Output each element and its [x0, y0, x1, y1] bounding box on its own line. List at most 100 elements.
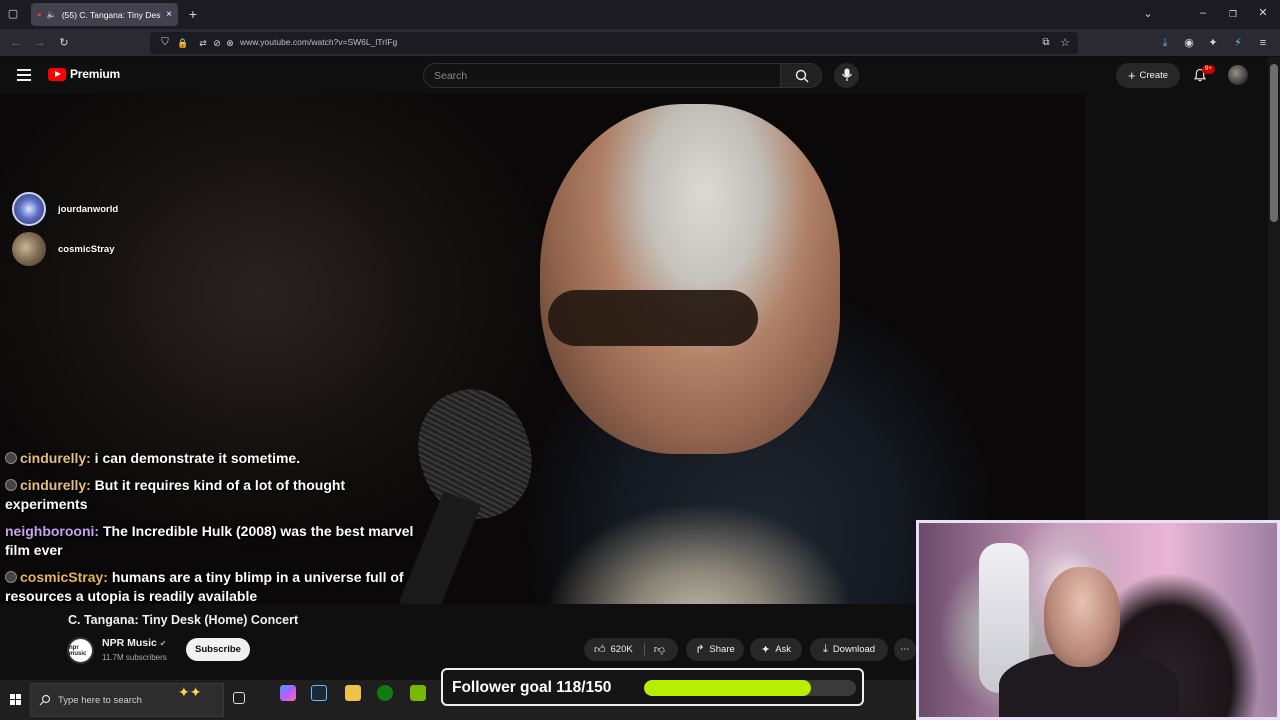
plus-icon: +	[1127, 67, 1136, 83]
download-icon: ⤓	[822, 643, 828, 655]
microphone-icon	[842, 68, 852, 81]
chat-username: cindurelly:	[20, 476, 91, 493]
youtube-premium-logo[interactable]: Premium	[48, 67, 120, 81]
channel-name[interactable]: NPR Music ✔	[102, 637, 166, 649]
video-frame-sunglasses	[548, 290, 758, 346]
like-thumb-icon[interactable]: 👍︎	[594, 643, 606, 656]
window-close-icon[interactable]: ✕	[1256, 7, 1270, 19]
browser-tab-active[interactable]: ● 🔈 (55) C. Tangana: Tiny Desk ( ×	[31, 3, 178, 26]
streamer-webcam	[916, 520, 1280, 720]
hamburger-menu-icon[interactable]	[17, 69, 31, 84]
bookmark-star-icon[interactable]: ☆	[1058, 37, 1072, 49]
sparkle-icon: ✦	[760, 644, 771, 656]
subscribe-button[interactable]: Subscribe	[186, 638, 250, 661]
back-icon[interactable]: ←	[9, 37, 23, 49]
search-highlight-icon[interactable]: ✦✦	[178, 684, 201, 701]
browser-navigation-bar: ← → ↻ ⛉ 🔒 ⇄ ⊘ ⊗ www.youtube.com/watch?v=…	[0, 29, 1280, 57]
reload-icon[interactable]: ↻	[57, 37, 71, 49]
video-frame-performer	[540, 104, 840, 454]
tab-close-icon[interactable]: ×	[166, 9, 172, 20]
windows-start-icon[interactable]	[10, 694, 22, 706]
steam-icon[interactable]	[311, 685, 327, 701]
tracking-protection-shield-icon[interactable]: ⛉	[158, 37, 172, 49]
viewer-name: cosmicStray	[58, 243, 115, 255]
create-label: Create	[1139, 70, 1169, 81]
share-button[interactable]: ↱ Share	[686, 638, 744, 661]
more-actions-button[interactable]: ⋯	[894, 638, 916, 661]
like-dislike-group: 👍︎ 620K 👎︎	[584, 638, 678, 661]
window-restore-icon[interactable]: ❐	[1226, 8, 1240, 20]
search-input[interactable]	[423, 63, 781, 88]
channel-name-text: NPR Music	[102, 637, 157, 649]
account-avatar[interactable]	[1228, 65, 1248, 85]
scrollbar-thumb[interactable]	[1270, 64, 1278, 222]
tab-title: (55) C. Tangana: Tiny Desk (	[61, 9, 162, 20]
chat-username: neighborooni:	[5, 522, 100, 539]
ask-button[interactable]: ✦ Ask	[750, 638, 802, 661]
logo-text: Premium	[70, 67, 120, 81]
chat-username: cindurelly:	[20, 450, 91, 466]
viewer-item: jourdanworld	[12, 192, 118, 226]
stream-chat: cindurelly: i can demonstrate it sometim…	[5, 449, 425, 614]
follower-goal-progress-track	[644, 680, 856, 696]
channel-avatar[interactable]: npr music	[67, 637, 94, 664]
download-button[interactable]: ⤓ Download	[810, 638, 888, 661]
tab-list-chevron-icon[interactable]: ⌄	[1141, 8, 1155, 20]
follower-goal-progress-fill	[644, 680, 811, 696]
chat-message: neighborooni: The Incredible Hulk (2008)…	[5, 522, 425, 561]
dislike-thumb-icon[interactable]: 👎︎	[654, 643, 665, 656]
chat-message: cindurelly: But it requires kind of a lo…	[5, 476, 425, 515]
like-divider	[644, 643, 645, 656]
extensions-icon[interactable]: ✦	[1206, 37, 1220, 49]
tab-youtube-favicon-icon: ●	[37, 10, 42, 19]
downloads-icon[interactable]: ⤓	[1158, 37, 1172, 49]
viewer-avatar	[12, 192, 46, 226]
notifications-badge: 9+	[1202, 65, 1215, 74]
search-button[interactable]	[780, 63, 822, 88]
subscriber-count: 11.7M subscribers	[102, 653, 167, 662]
chat-message: cindurelly: i can demonstrate it sometim…	[5, 449, 425, 469]
file-explorer-icon[interactable]	[345, 685, 361, 701]
tab-overview-icon[interactable]: ▢	[6, 8, 20, 20]
xbox-icon[interactable]	[377, 685, 393, 701]
account-icon[interactable]: ◉	[1182, 37, 1196, 49]
ask-label: Ask	[775, 644, 792, 655]
chat-username: cosmicStray:	[20, 568, 108, 585]
search-icon	[795, 69, 809, 83]
voice-search-button[interactable]	[834, 63, 859, 88]
permissions-icon[interactable]: ⇄	[196, 37, 210, 49]
browser-tab-bar: ▢ ● 🔈 (55) C. Tangana: Tiny Desk ( × + ⌄…	[0, 0, 1280, 29]
chat-message: cosmicStray: humans are a tiny blimp in …	[5, 568, 425, 607]
like-count[interactable]: 620K	[611, 644, 633, 655]
forward-icon[interactable]: →	[33, 37, 47, 49]
chat-user-badge-icon	[5, 570, 17, 583]
mic-blocked-icon[interactable]: ⊗	[223, 37, 237, 49]
youtube-play-logo-icon	[48, 67, 66, 81]
camera-blocked-icon[interactable]: ⊘	[210, 37, 224, 49]
viewer-avatar	[12, 232, 46, 266]
chat-user-badge-icon	[5, 452, 17, 464]
viewer-item: cosmicStray	[12, 232, 115, 266]
more-dots-icon: ⋯	[900, 644, 910, 655]
chat-user-badge-icon	[5, 478, 17, 491]
nvidia-icon[interactable]	[410, 685, 426, 701]
chat-text: i can demonstrate it sometime.	[90, 450, 301, 466]
picture-in-picture-icon[interactable]: ⧉	[1039, 37, 1053, 49]
create-button[interactable]: + Create	[1116, 63, 1180, 88]
viewer-name: jourdanworld	[58, 203, 119, 215]
url-text[interactable]: www.youtube.com/watch?v=SW6L_lTrIFg	[240, 37, 397, 47]
app-menu-icon[interactable]: ≡	[1256, 37, 1270, 49]
tab-audio-icon[interactable]: 🔈	[47, 10, 57, 19]
task-view-icon[interactable]	[233, 692, 245, 704]
lock-icon[interactable]: 🔒	[176, 37, 190, 49]
window-minimize-icon[interactable]: –	[1196, 7, 1210, 19]
new-tab-icon[interactable]: +	[186, 7, 200, 21]
verified-check-icon: ✔	[159, 639, 167, 648]
follower-goal-label: Follower goal 118/150	[452, 679, 612, 696]
translate-extension-icon[interactable]: ⚡	[1231, 37, 1245, 49]
copilot-icon[interactable]	[280, 685, 296, 701]
youtube-header: Premium + Create 9+	[0, 57, 1268, 94]
share-label: Share	[709, 644, 735, 655]
video-title: C. Tangana: Tiny Desk (Home) Concert	[68, 613, 299, 627]
share-arrow-icon: ↱	[695, 644, 705, 656]
